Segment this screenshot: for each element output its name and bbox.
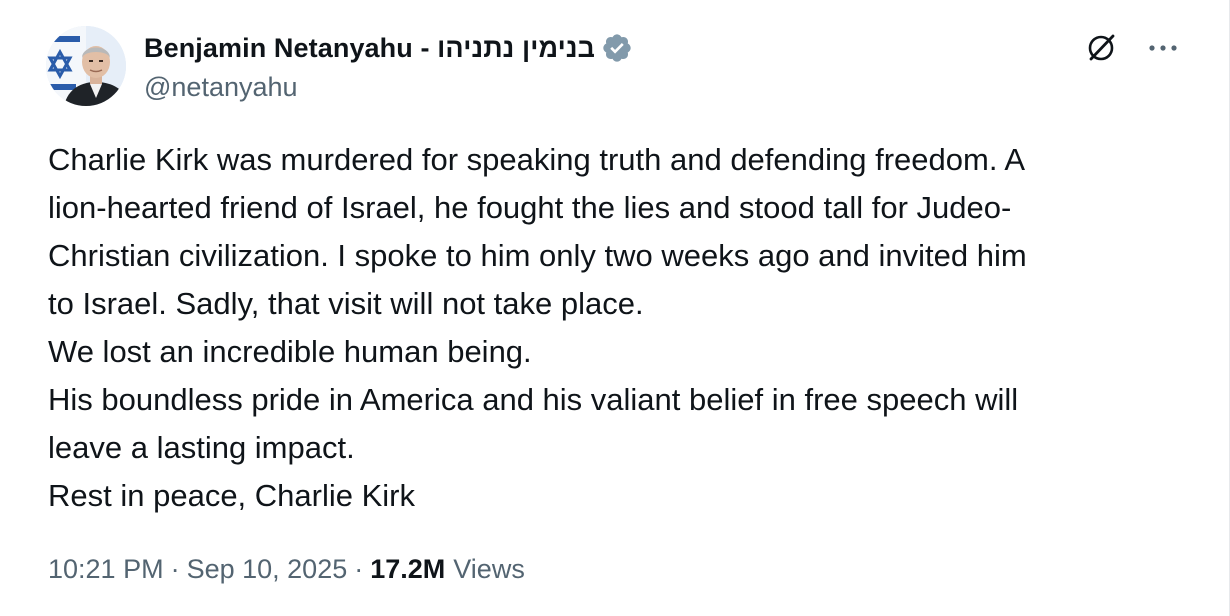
more-options-icon[interactable] [1145,30,1181,66]
author-names: Benjamin Netanyahu - בנימין נתניהו @neta… [144,30,633,103]
views-label: Views [453,554,525,584]
grok-slash-icon[interactable] [1083,30,1119,66]
tweet-text-line: to Israel. Sadly, that visit will not ta… [48,286,644,321]
display-name-row: Benjamin Netanyahu - בנימין נתניהו [144,30,633,66]
tweet-text-line: lion-hearted friend of Israel, he fought… [48,190,1012,225]
tweet-text-line: leave a lasting impact. [48,430,355,465]
tweet-text: Charlie Kirk was murdered for speaking t… [48,136,1198,520]
tweet-text-line: Rest in peace, Charlie Kirk [48,478,415,513]
tweet-header: Benjamin Netanyahu - בנימין נתניהו @neta… [46,26,633,106]
tweet-meta: 10:21 PM · Sep 10, 2025 · 17.2M Views [48,554,525,585]
tweet-text-line: His boundless pride in America and his v… [48,382,1019,417]
verified-badge-icon[interactable] [601,32,633,64]
tweet-time[interactable]: 10:21 PM [48,554,164,585]
tweet-card: Benjamin Netanyahu - בנימין נתניהו @neta… [0,0,1230,616]
author-handle[interactable]: @netanyahu [144,72,633,103]
tweet-text-line: Christian civilization. I spoke to him o… [48,238,1027,273]
meta-separator: · [354,554,364,584]
avatar-image [46,26,126,106]
meta-separator: · [170,554,180,584]
tweet-text-line: Charlie Kirk was murdered for speaking t… [48,142,1026,177]
tweet-date[interactable]: Sep 10, 2025 [187,554,348,585]
tweet-actions [1083,30,1181,66]
views-count: 17.2M [370,554,446,584]
avatar[interactable] [46,26,126,106]
display-name[interactable]: Benjamin Netanyahu - בנימין נתניהו [144,33,595,64]
tweet-text-line: We lost an incredible human being. [48,334,532,369]
